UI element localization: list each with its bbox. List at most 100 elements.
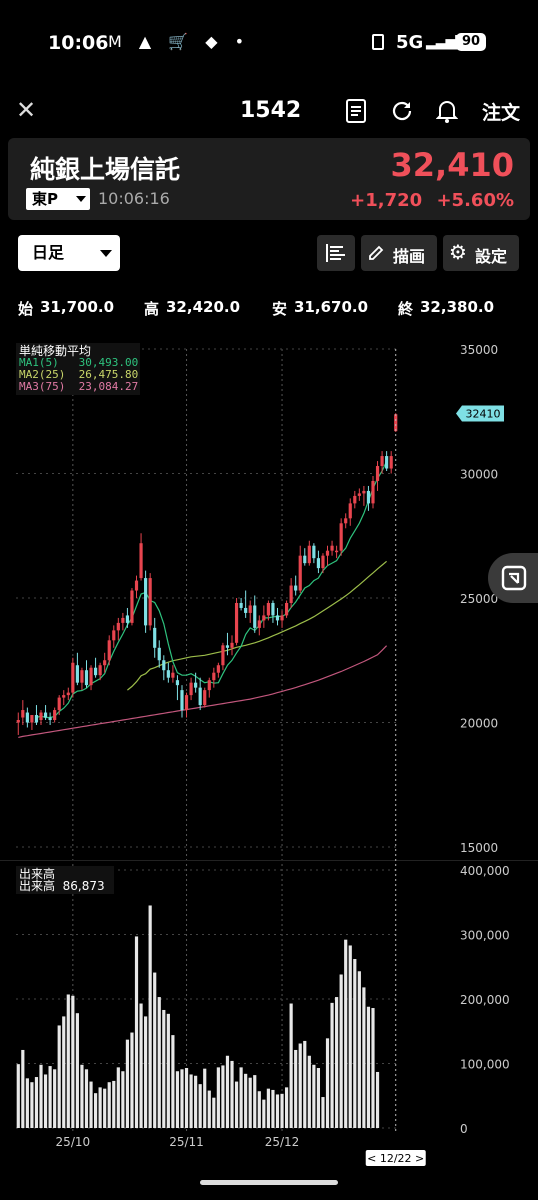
refresh-icon[interactable] xyxy=(390,99,414,123)
high-label: 高 xyxy=(144,300,160,318)
volume-bar xyxy=(75,1013,79,1128)
candle-body xyxy=(330,545,334,551)
volume-bar xyxy=(121,1071,125,1128)
bell-icon[interactable] xyxy=(436,98,458,124)
volume-bar xyxy=(375,1071,380,1128)
candle-body xyxy=(262,615,266,621)
indicator-button[interactable] xyxy=(317,235,355,271)
candle-body xyxy=(53,710,57,721)
pencil-icon xyxy=(369,245,384,260)
price-tick-label: 35000 xyxy=(460,343,498,357)
volume-bar xyxy=(253,1075,257,1128)
price-tag-label: 32410 xyxy=(466,407,501,420)
ma2-line xyxy=(127,560,387,691)
candle-body xyxy=(166,670,170,678)
candle-body xyxy=(312,545,316,559)
market-selector[interactable]: 東P xyxy=(26,188,90,210)
candle-body xyxy=(316,558,321,569)
candle-body xyxy=(212,672,216,681)
candle-body xyxy=(344,518,348,524)
volume-bar xyxy=(71,995,75,1128)
crop-arrow-icon xyxy=(501,565,527,591)
volume-bar xyxy=(21,1049,25,1128)
candle-body xyxy=(153,627,157,648)
candle-body xyxy=(116,622,120,631)
ohlc-row: 始 31,700.0 高 32,420.0 安 31,670.0 終 32,38… xyxy=(0,298,538,322)
volume-bar xyxy=(153,972,157,1128)
candle-body xyxy=(271,602,275,616)
volume-bar xyxy=(244,1073,248,1128)
ma-legend: 単純移動平均 MA1(5) 30,493.00 MA2(25) 26,475.8… xyxy=(16,343,140,395)
candle-body xyxy=(25,712,29,723)
volume-bar xyxy=(98,1087,102,1128)
candle-body xyxy=(307,545,311,564)
candle-body xyxy=(139,543,143,579)
volume-bar xyxy=(362,987,366,1128)
volume-bar xyxy=(34,1077,39,1128)
candle-body xyxy=(80,670,84,683)
ma3-label: MA3(75) 23,084.27 xyxy=(19,380,139,393)
settings-button[interactable]: ⚙ 設定 xyxy=(443,235,519,271)
candle-body xyxy=(98,665,102,676)
volume-bar xyxy=(284,1087,289,1128)
volume-bar xyxy=(353,959,357,1128)
price-tick-label: 25000 xyxy=(460,592,498,606)
candle-body xyxy=(84,670,89,686)
volume-bar xyxy=(130,1032,134,1128)
volume-bar xyxy=(89,1081,93,1128)
close-icon[interactable]: ✕ xyxy=(16,96,36,124)
volume-bar xyxy=(312,1064,316,1128)
volume-bar xyxy=(257,1091,261,1128)
period-select[interactable]: 日足 xyxy=(18,235,120,271)
high-value: 32,420.0 xyxy=(166,298,241,316)
close-label: 終 xyxy=(398,300,414,318)
volume-bar xyxy=(216,1067,220,1128)
candle-body xyxy=(234,602,239,643)
candle-body xyxy=(162,660,166,671)
volume-bar xyxy=(134,936,139,1128)
order-button[interactable]: 注文 xyxy=(482,98,520,125)
home-indicator[interactable] xyxy=(200,1180,338,1185)
volume-tick-label: 300,000 xyxy=(460,929,510,943)
candle-body xyxy=(57,697,61,711)
volume-bar xyxy=(66,994,70,1128)
candle-body xyxy=(93,667,98,676)
volume-bar xyxy=(39,1064,43,1128)
candle-body xyxy=(225,645,230,648)
candle-body xyxy=(348,503,352,519)
candle-body xyxy=(335,550,339,553)
volume-bar xyxy=(162,1009,166,1128)
candle-body xyxy=(66,692,70,696)
floating-tool-button[interactable] xyxy=(488,553,538,603)
candle-body xyxy=(266,602,270,616)
volume-bar xyxy=(321,1097,325,1128)
volume-bar xyxy=(348,945,352,1128)
candle-body xyxy=(221,645,225,666)
price-tick-label: 30000 xyxy=(460,468,498,482)
candlestick-chart[interactable]: 25/10 25/11 25/12 35000 30000 25000 20000 15000… xyxy=(0,330,538,1170)
volume-tick-label: 400,000 xyxy=(460,864,510,878)
volume-tick-label: 0 xyxy=(460,1122,468,1136)
draw-button[interactable]: 描画 xyxy=(361,235,437,271)
candle-body xyxy=(171,672,175,678)
candle-body xyxy=(39,712,43,721)
candle-body xyxy=(75,665,79,683)
volume-bar xyxy=(366,1006,371,1128)
volume-bar xyxy=(184,1068,189,1128)
document-icon[interactable] xyxy=(345,99,367,123)
notification-icons: M ▲ 🛒 ◆ • xyxy=(108,32,251,51)
volume-bar xyxy=(294,1049,298,1128)
candle-body xyxy=(389,456,393,469)
volume-bar xyxy=(262,1099,266,1128)
candle-body xyxy=(207,680,211,691)
volume-bar xyxy=(43,1074,48,1128)
volume-bar xyxy=(175,1071,180,1128)
volume-tick-label: 100,000 xyxy=(460,1058,510,1072)
candle-body xyxy=(280,615,284,621)
volume-bar xyxy=(339,974,343,1128)
candle-body xyxy=(303,555,307,564)
candle-body xyxy=(184,695,189,711)
candle-body xyxy=(144,578,148,626)
status-bar: 10:06 M ▲ 🛒 ◆ • 5G ▂▃▅▇ 90 xyxy=(0,0,538,88)
gear-icon: ⚙ xyxy=(449,240,467,264)
